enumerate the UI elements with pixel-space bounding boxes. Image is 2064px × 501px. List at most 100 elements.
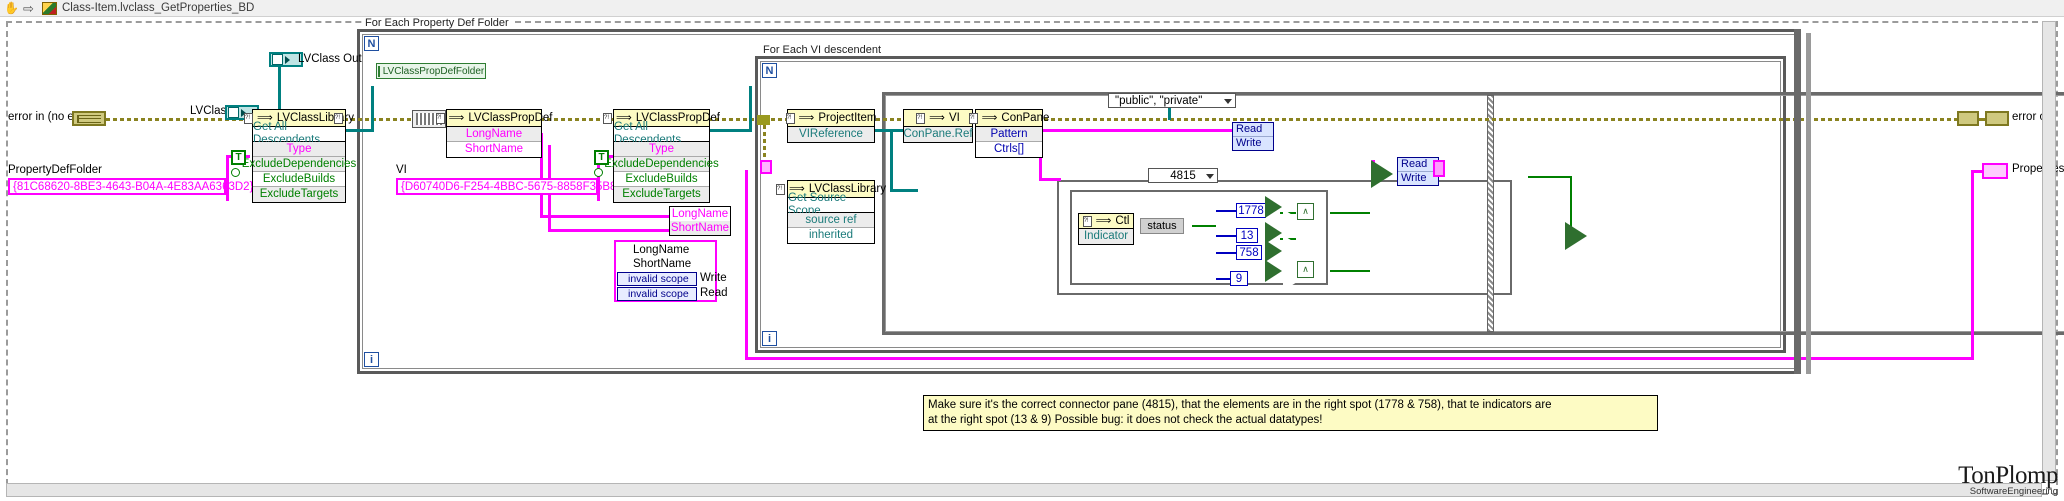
write-row[interactable]: Write	[1398, 172, 1438, 185]
status-indicator[interactable]: status	[1140, 218, 1184, 234]
node-param-indicator[interactable]: Indicator	[1079, 229, 1133, 244]
node-param-type[interactable]: Type	[614, 142, 709, 157]
num-wire-13[interactable]	[1216, 235, 1236, 237]
projectitem-branch-h[interactable]	[890, 189, 918, 192]
node-param-inherited[interactable]: inherited	[788, 228, 874, 243]
pattern-wire[interactable]	[1039, 129, 1249, 132]
num-wire-1778[interactable]	[1216, 210, 1236, 212]
and-out-wire-2[interactable]	[1330, 270, 1370, 272]
branding-logo: TonPlomp SoftwareEngineering	[1958, 462, 2058, 497]
inner-loop-count-terminal[interactable]: N	[762, 63, 777, 78]
true-constant-1[interactable]: T	[231, 150, 246, 165]
lvclasslibrary-get-all-descendents-node[interactable]: ⟹ LVClassLibrary Get All Descendents Typ…	[242, 109, 356, 203]
and-gate-1[interactable]: ∧	[1297, 203, 1314, 220]
propdef2-riser[interactable]	[749, 86, 752, 132]
vi-guid-constant[interactable]: {D60740D6-F254-4BBC-5675-8858F35B810E}	[396, 178, 641, 195]
node-title: VI	[948, 111, 960, 124]
right-arrow-icon[interactable]	[23, 2, 37, 15]
and-out-wire-1[interactable]	[1330, 212, 1370, 214]
node-param-longname[interactable]: LongName	[447, 127, 541, 142]
true-constant-2[interactable]: T	[594, 150, 609, 165]
node-method[interactable]: Get All Descendents	[253, 121, 345, 146]
connector-pane-constant[interactable]: 4815	[1148, 168, 1218, 183]
lvclasslibrary-get-source-scope-node[interactable]: ⟹ LVClassLibrary Get Source Scope source…	[776, 180, 886, 244]
num-constant-13[interactable]: 13	[1236, 228, 1258, 243]
properties-wire-up[interactable]	[1971, 170, 1974, 360]
lvclasspropdef-node-1[interactable]: ⟹ LVClassPropDef LongName ShortName	[435, 109, 552, 158]
node-param-vireference[interactable]: VIReference	[788, 127, 874, 142]
descendents-wire-riser[interactable]	[371, 86, 374, 132]
shortname-box-1[interactable]: ShortName	[670, 221, 730, 235]
read-row[interactable]: Read	[1398, 158, 1438, 172]
output-tunnel-magenta[interactable]	[1433, 160, 1445, 177]
node-param-excludedependencies[interactable]: ExcludeDependencies	[604, 157, 719, 172]
node-param-source-ref[interactable]: source ref	[788, 213, 874, 228]
equal-compare-3[interactable]	[1265, 240, 1297, 271]
status-wire[interactable]	[1192, 225, 1216, 227]
equal-compare-1[interactable]	[1265, 196, 1297, 227]
properties-wire-bottom[interactable]	[745, 357, 1974, 360]
node-param-pattern[interactable]: Pattern	[976, 127, 1042, 142]
propdef2-out-wire[interactable]	[710, 129, 752, 132]
vertical-scrollbar[interactable]	[2042, 21, 2056, 481]
node-method[interactable]: Get Source Scope	[788, 192, 874, 217]
comment-box[interactable]: Make sure it's the correct connector pan…	[923, 395, 1658, 431]
properties-wire-down[interactable]	[745, 170, 748, 360]
num-constant-758[interactable]: 758	[1236, 245, 1262, 260]
inner-loop-index-terminal[interactable]: i	[762, 331, 777, 346]
invalid-scope-write-item[interactable]: invalid scope	[617, 272, 697, 286]
equal-compare-4[interactable]	[1265, 260, 1297, 291]
final-and-wire[interactable]	[1528, 176, 1572, 178]
descendents-wire-corner[interactable]	[371, 86, 374, 89]
loop-tunnel-magenta[interactable]	[760, 160, 772, 174]
properties-out-terminal[interactable]	[1982, 163, 2008, 179]
ctrls-wire-h[interactable]	[1039, 178, 1061, 181]
outer-loop-count-terminal[interactable]: N	[364, 36, 379, 51]
node-param-excludebuilds[interactable]: ExcludeBuilds	[253, 172, 345, 187]
vi-conpane-node[interactable]: ⟹ VI ConPane.Ref	[903, 109, 973, 143]
node-param-type[interactable]: Type	[253, 142, 345, 157]
hand-icon[interactable]	[4, 2, 18, 15]
outer-loop-index-terminal[interactable]: i	[364, 352, 379, 367]
num-wire-758[interactable]	[1216, 252, 1236, 254]
and-gate-2[interactable]: ∧	[1297, 261, 1314, 278]
node-title: ProjectItem	[818, 111, 877, 124]
read-row[interactable]: Read	[1233, 123, 1273, 137]
num-constant-1778[interactable]: 1778	[1236, 203, 1266, 218]
node-param-excludedependencies[interactable]: ExcludeDependencies	[242, 157, 356, 172]
node-header: ⟹ LVClassPropDef	[435, 110, 552, 127]
node-param-excludebuilds[interactable]: ExcludeBuilds	[614, 172, 709, 187]
scope-ring-constant[interactable]: "public", "private"	[1108, 93, 1236, 108]
error-out-terminal[interactable]	[1957, 111, 1979, 126]
flow-arrow-icon: ⟹	[448, 111, 465, 124]
lvclasspropdeffolder-constant[interactable]: LVClassPropDefFolder	[376, 63, 486, 79]
ctl-node[interactable]: ⟹ Ctl Indicator	[1078, 213, 1134, 245]
equal-compare-final[interactable]	[1565, 222, 1587, 250]
loop-tunnel-error[interactable]	[757, 115, 770, 125]
propertydeffolder-guid-constant[interactable]: {81C68620-8BE3-4643-B04A-4E83AA6363D2}	[8, 178, 253, 195]
descendents-wire-1[interactable]	[346, 129, 374, 132]
projectitem-node[interactable]: ⟹ ProjectItem VIReference	[785, 109, 877, 143]
shortname-wire-h[interactable]	[548, 229, 669, 232]
horizontal-scrollbar[interactable]	[6, 483, 2042, 497]
node-param-conpane-ref[interactable]: ConPane.Ref	[903, 127, 973, 142]
scope-ring-wire[interactable]	[1168, 108, 1171, 120]
longname-box-1[interactable]: LongName	[670, 207, 730, 221]
invalid-scope-read-item[interactable]: invalid scope	[617, 287, 697, 301]
longname-wire-h[interactable]	[540, 215, 669, 218]
conpane-node[interactable]: ⟹ ConPane Pattern Ctrls[]	[968, 109, 1049, 158]
node-param-shortname[interactable]: ShortName	[447, 142, 541, 157]
read-write-node-1[interactable]: Read Write	[1232, 122, 1274, 151]
error-in-terminal[interactable]	[72, 111, 106, 126]
node-param-ctrls[interactable]: Ctrls[]	[976, 142, 1042, 157]
node-method[interactable]: Get All Descendents	[614, 121, 709, 146]
node-param-excludetargets[interactable]: ExcludeTargets	[614, 187, 709, 202]
node-param-excludetargets[interactable]: ExcludeTargets	[253, 187, 345, 202]
error-out-terminal-icon[interactable]	[1985, 111, 2009, 126]
equal-compare-main[interactable]	[1371, 160, 1393, 188]
write-row[interactable]: Write	[1233, 137, 1273, 150]
lvclasspropdef-node-2[interactable]: ⟹ LVClassPropDef Get All Descendents Typ…	[603, 109, 720, 203]
num-constant-9[interactable]: 9	[1230, 271, 1248, 286]
projectitem-branch-down[interactable]	[890, 129, 893, 191]
propdeffolder-wire-up[interactable]	[226, 155, 229, 201]
